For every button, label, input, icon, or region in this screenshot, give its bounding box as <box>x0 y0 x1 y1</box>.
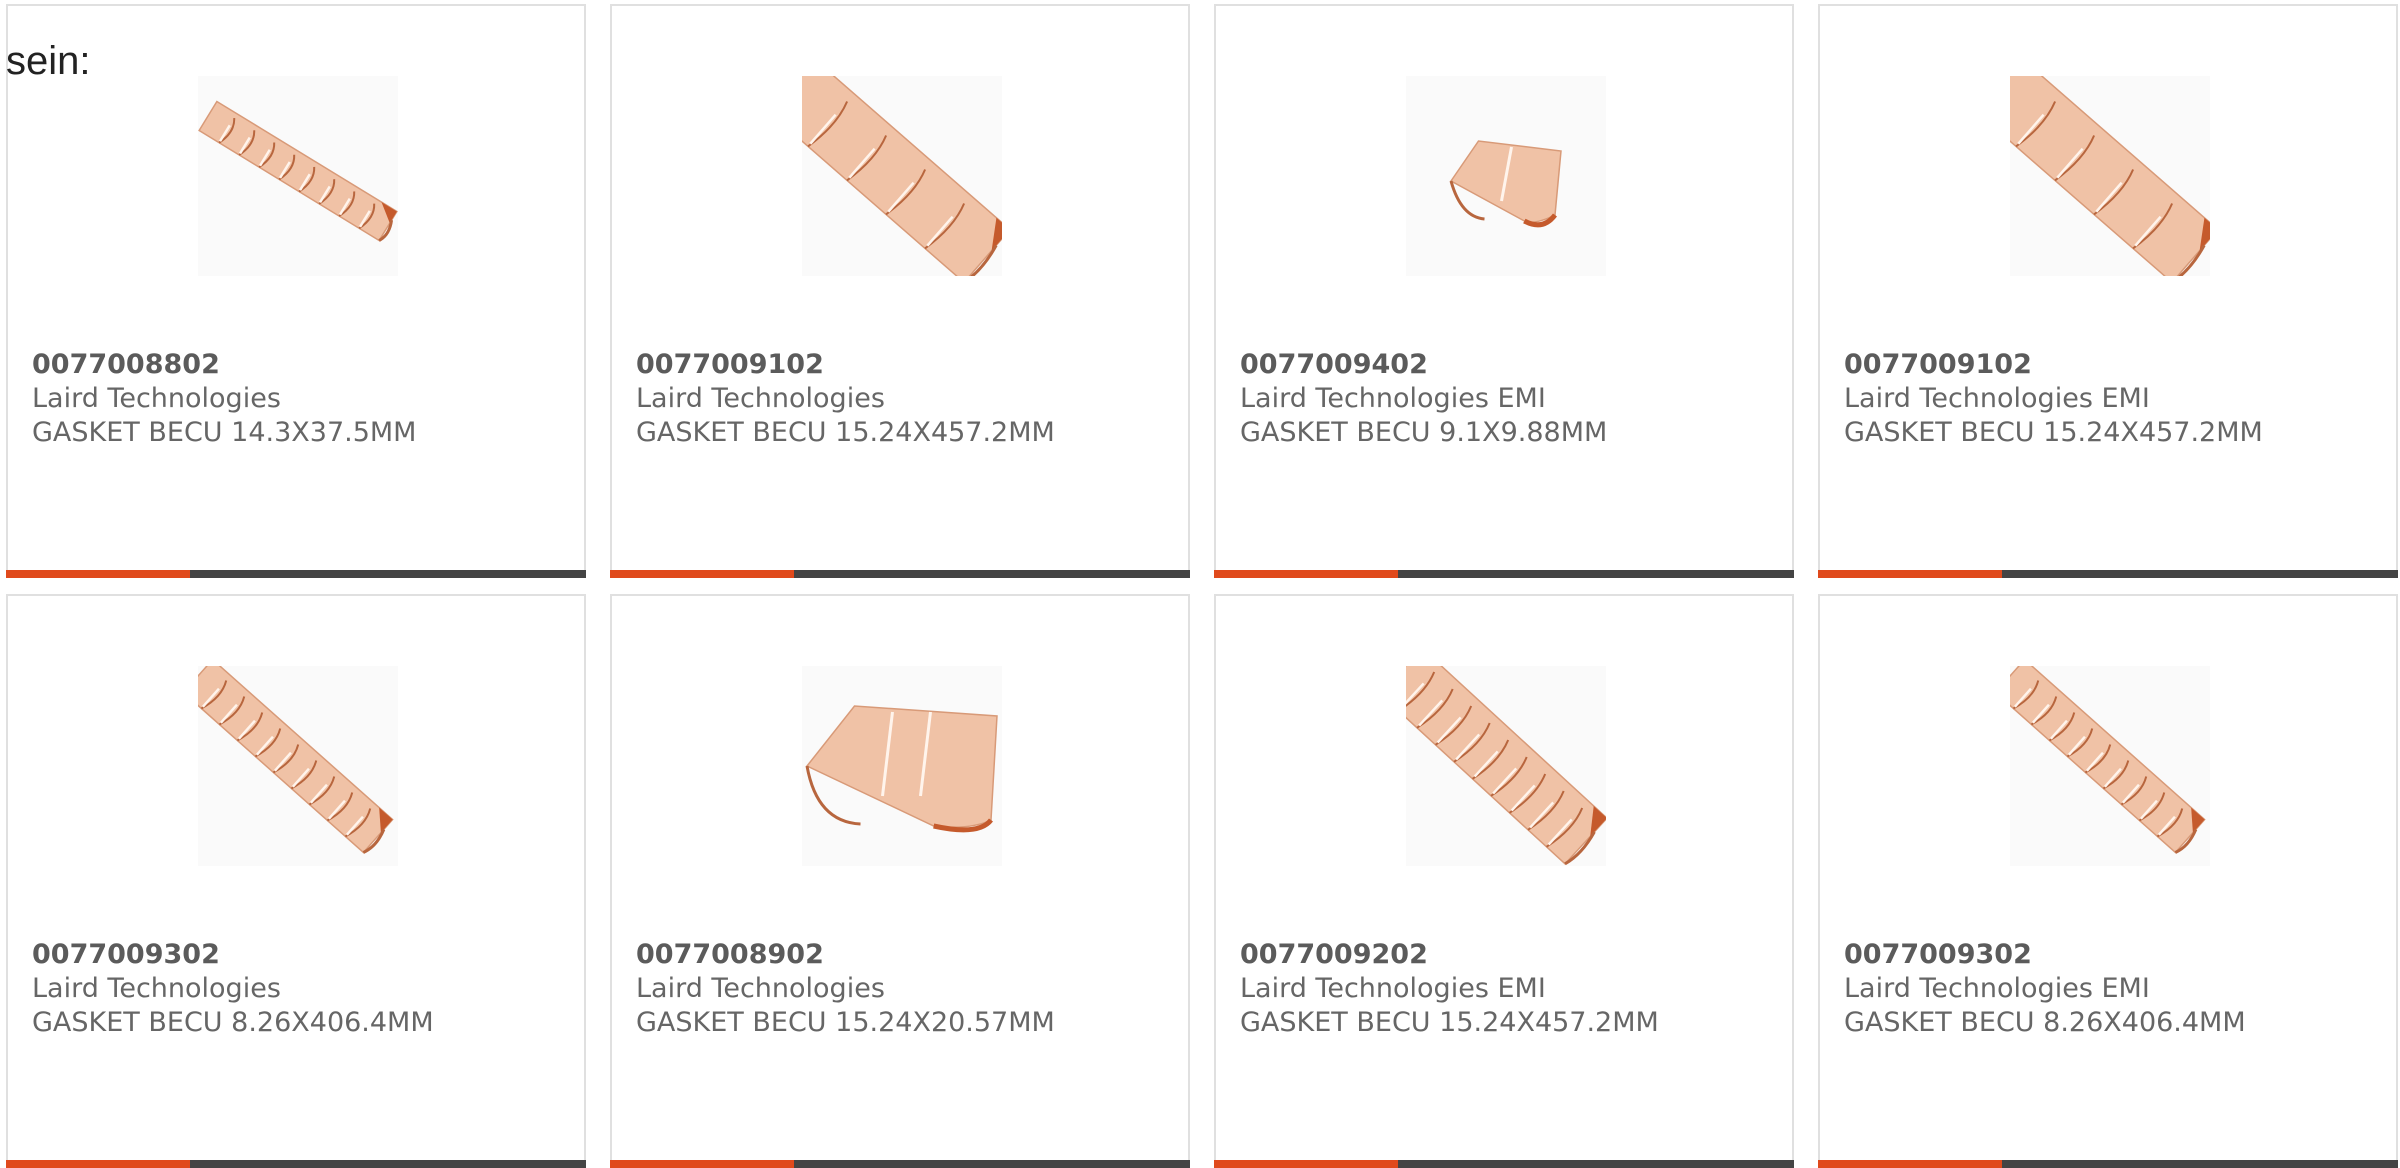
product-info: 0077009202 Laird Technologies EMI GASKET… <box>1240 938 1782 1040</box>
product-info: 0077009402 Laird Technologies EMI GASKET… <box>1240 348 1782 450</box>
part-number[interactable]: 0077009402 <box>1240 348 1782 382</box>
copper-gasket-strip-icon <box>1406 666 1606 866</box>
product-card[interactable]: 0077009302 Laird Technologies GASKET BEC… <box>6 594 586 1168</box>
copper-gasket-clip-icon[interactable] <box>1406 76 1606 276</box>
description: GASKET BECU 15.24X457.2MM <box>1240 1007 1659 1038</box>
card-bar-accent <box>610 570 794 578</box>
product-card[interactable]: 0077009202 Laird Technologies EMI GASKET… <box>1214 594 1794 1168</box>
card-bar-accent <box>1818 570 2002 578</box>
part-number[interactable]: 0077008802 <box>32 348 574 382</box>
card-bar-accent <box>1818 1160 2002 1168</box>
description: GASKET BECU 15.24X20.57MM <box>636 1007 1055 1038</box>
product-info: 0077008802 Laird Technologies GASKET BEC… <box>32 348 574 450</box>
copper-gasket-strip-icon[interactable] <box>1406 666 1606 866</box>
copper-gasket-strip-icon <box>2010 76 2210 276</box>
card-bottom-bar <box>1818 1160 2398 1168</box>
product-card[interactable]: 0077009402 Laird Technologies EMI GASKET… <box>1214 4 1794 578</box>
product-card[interactable]: 0077009102 Laird Technologies EMI GASKET… <box>1818 4 2398 578</box>
card-bottom-bar <box>1214 1160 1794 1168</box>
copper-gasket-clip-icon <box>1449 140 1562 228</box>
product-card[interactable]: 0077008802 Laird Technologies GASKET BEC… <box>6 4 586 578</box>
product-info: 0077009302 Laird Technologies EMI GASKET… <box>1844 938 2386 1040</box>
card-bottom-bar <box>1818 570 2398 578</box>
intro-text: sein: <box>6 39 91 83</box>
product-info: 0077008902 Laird Technologies GASKET BEC… <box>636 938 1178 1040</box>
copper-gasket-strip-icon <box>2010 666 2206 854</box>
copper-gasket-strip-icon[interactable] <box>802 76 1002 276</box>
product-card[interactable]: 0077009102 Laird Technologies GASKET BEC… <box>610 4 1190 578</box>
part-number[interactable]: 0077009302 <box>32 938 574 972</box>
description: GASKET BECU 14.3X37.5MM <box>32 417 417 448</box>
product-info: 0077009102 Laird Technologies EMI GASKET… <box>1844 348 2386 450</box>
copper-gasket-strip-icon <box>802 76 1002 276</box>
description: GASKET BECU 8.26X406.4MM <box>1844 1007 2246 1038</box>
manufacturer: Laird Technologies EMI <box>1240 383 1546 414</box>
copper-gasket-strip-icon[interactable] <box>2010 76 2210 276</box>
part-number[interactable]: 0077009302 <box>1844 938 2386 972</box>
part-number[interactable]: 0077008902 <box>636 938 1178 972</box>
manufacturer: Laird Technologies <box>32 973 281 1004</box>
copper-gasket-clip-icon <box>805 705 998 833</box>
manufacturer: Laird Technologies EMI <box>1844 973 2150 1004</box>
product-card[interactable]: 0077009302 Laird Technologies EMI GASKET… <box>1818 594 2398 1168</box>
copper-gasket-strip-icon <box>198 100 398 242</box>
product-info: 0077009102 Laird Technologies GASKET BEC… <box>636 348 1178 450</box>
card-bar-accent <box>6 1160 190 1168</box>
product-grid: 0077008802 Laird Technologies GASKET BEC… <box>6 4 2398 1168</box>
card-bottom-bar <box>610 1160 1190 1168</box>
part-number[interactable]: 0077009202 <box>1240 938 1782 972</box>
card-bar-accent <box>6 570 190 578</box>
manufacturer: Laird Technologies <box>636 383 885 414</box>
card-bottom-bar <box>6 1160 586 1168</box>
manufacturer: Laird Technologies <box>636 973 885 1004</box>
manufacturer: Laird Technologies <box>32 383 281 414</box>
description: GASKET BECU 8.26X406.4MM <box>32 1007 434 1038</box>
description: GASKET BECU 9.1X9.88MM <box>1240 417 1608 448</box>
product-card[interactable]: 0077008902 Laird Technologies GASKET BEC… <box>610 594 1190 1168</box>
copper-gasket-strip-icon[interactable] <box>198 76 398 276</box>
copper-gasket-strip-icon <box>198 666 394 854</box>
manufacturer: Laird Technologies EMI <box>1240 973 1546 1004</box>
copper-gasket-strip-icon[interactable] <box>2010 666 2210 866</box>
description: GASKET BECU 15.24X457.2MM <box>1844 417 2263 448</box>
product-info: 0077009302 Laird Technologies GASKET BEC… <box>32 938 574 1040</box>
card-bar-accent <box>610 1160 794 1168</box>
card-bottom-bar <box>610 570 1190 578</box>
card-bottom-bar <box>6 570 586 578</box>
manufacturer: Laird Technologies EMI <box>1844 383 2150 414</box>
part-number[interactable]: 0077009102 <box>1844 348 2386 382</box>
card-bar-accent <box>1214 1160 1398 1168</box>
card-bottom-bar <box>1214 570 1794 578</box>
copper-gasket-strip-icon[interactable] <box>198 666 398 866</box>
part-number[interactable]: 0077009102 <box>636 348 1178 382</box>
card-bar-accent <box>1214 570 1398 578</box>
description: GASKET BECU 15.24X457.2MM <box>636 417 1055 448</box>
copper-gasket-clip-icon[interactable] <box>802 666 1002 866</box>
